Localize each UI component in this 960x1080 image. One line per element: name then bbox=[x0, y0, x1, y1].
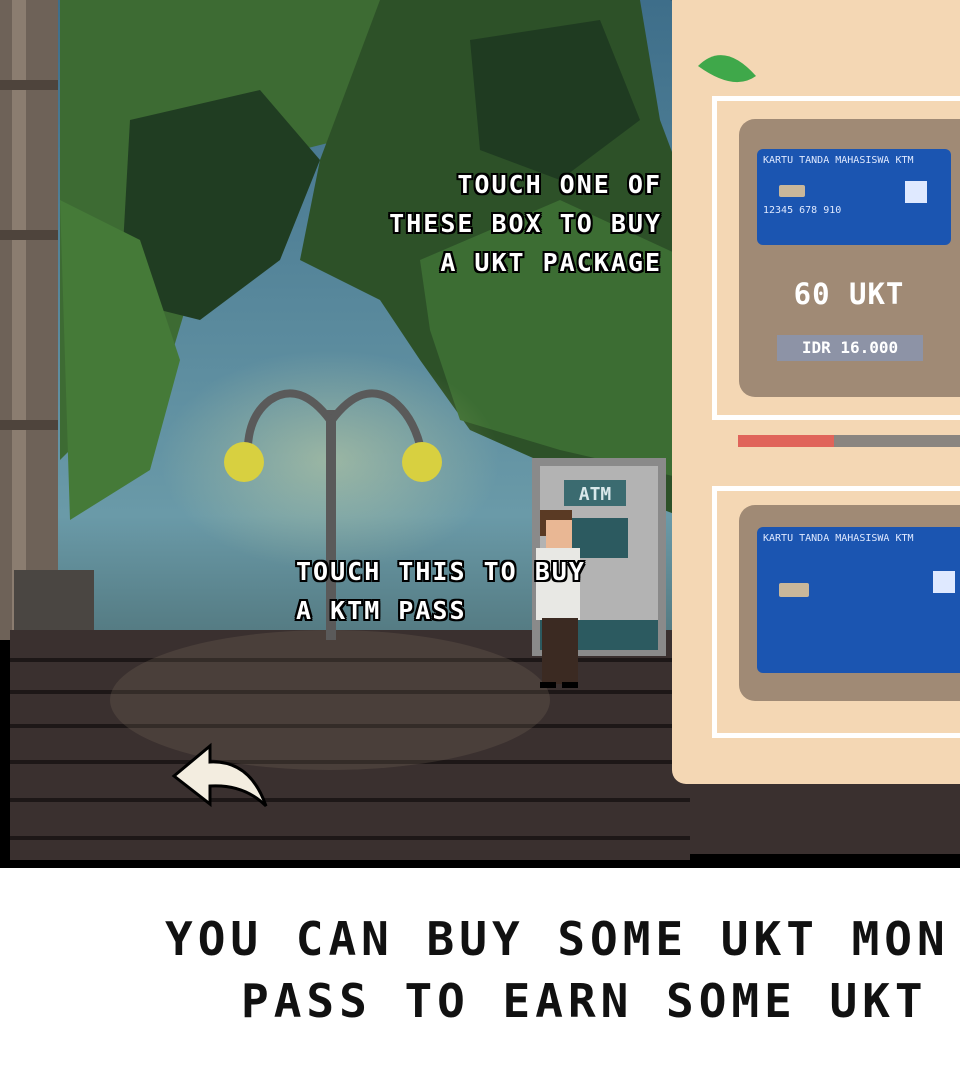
game-scene: ATM Touch one of these box to buy a UKT … bbox=[0, 0, 960, 868]
package-price: IDR 16.000 bbox=[777, 335, 923, 361]
card-number: 12345 678 910 bbox=[763, 205, 842, 216]
scroll-progress-bar bbox=[738, 435, 960, 447]
hint-ukt-package: Touch one of these box to buy a UKT pack… bbox=[302, 165, 662, 282]
caption-line-2: pass to earn some UKT bbox=[241, 974, 928, 1028]
student-card-image: KARTU TANDA MAHASISWA KTM 12345 678 910 bbox=[757, 149, 951, 245]
card-photo-icon bbox=[933, 571, 955, 593]
back-arrow-icon bbox=[171, 742, 268, 808]
card-chip bbox=[779, 185, 805, 197]
back-button[interactable] bbox=[170, 742, 270, 814]
progress-fill bbox=[738, 435, 834, 447]
package-amount: 60 UKT bbox=[793, 277, 905, 311]
card-chip bbox=[779, 583, 809, 597]
hint-top-line-1: Touch one of bbox=[457, 170, 662, 199]
caption-line-1: You can buy some UKT mon bbox=[165, 912, 950, 966]
ukt-package-box[interactable]: KARTU TANDA MAHASISWA KTM 12345 678 910 … bbox=[712, 96, 960, 420]
card-photo-icon bbox=[905, 181, 927, 203]
ukt-package-tile: KARTU TANDA MAHASISWA KTM 12345 678 910 … bbox=[739, 119, 960, 397]
card-header: KARTU TANDA MAHASISWA KTM bbox=[763, 155, 914, 166]
hint-top-line-3: a UKT package bbox=[440, 248, 662, 277]
atm-button[interactable] bbox=[532, 458, 666, 656]
leaf-icon bbox=[698, 55, 756, 83]
student-card-image: KARTU TANDA MAHASISWA KTM bbox=[757, 527, 960, 673]
ktm-pass-tile: KARTU TANDA MAHASISWA KTM bbox=[739, 505, 960, 701]
ktm-pass-box[interactable]: KARTU TANDA MAHASISWA KTM bbox=[712, 486, 960, 738]
hint-top-line-2: these box to buy bbox=[389, 209, 662, 238]
card-header: KARTU TANDA MAHASISWA KTM bbox=[763, 533, 914, 544]
building bbox=[0, 0, 58, 640]
